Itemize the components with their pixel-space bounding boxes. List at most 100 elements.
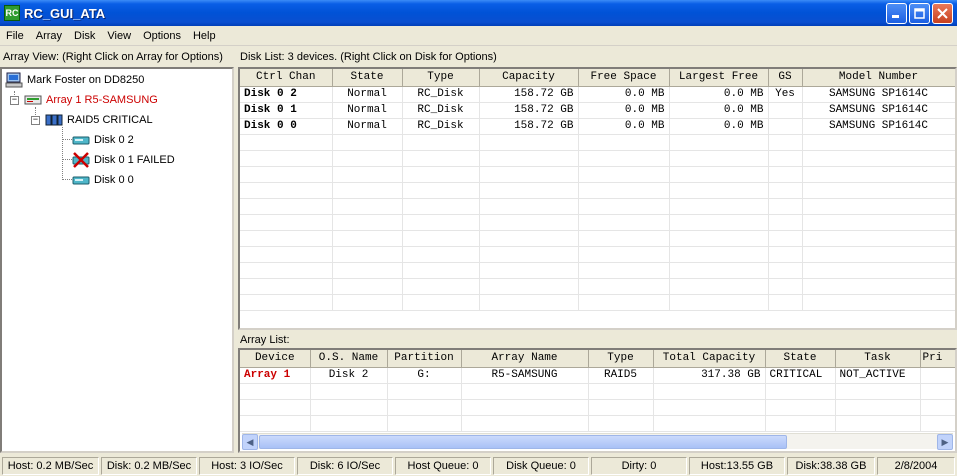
- tree-item-raid[interactable]: RAID5 CRITICAL: [45, 111, 153, 129]
- array-list-header: Array List:: [240, 334, 290, 346]
- minimize-button[interactable]: [886, 3, 907, 24]
- table-cell: 158.72 GB: [479, 118, 579, 135]
- table-row: [240, 246, 955, 263]
- column-header[interactable]: Type: [402, 69, 480, 87]
- array-table-header: Device O.S. Name Partition Array Name Ty…: [240, 350, 955, 368]
- tree-item-disk-0-1[interactable]: Disk 0 1 FAILED: [72, 151, 175, 169]
- table-cell: RAID5: [588, 367, 654, 384]
- host-label: Mark Foster on DD8250: [27, 74, 145, 86]
- disk-icon: [72, 172, 90, 188]
- close-icon: [937, 8, 948, 19]
- column-header[interactable]: Ctrl Chan: [240, 69, 333, 87]
- column-header[interactable]: Task: [835, 350, 921, 368]
- array-list[interactable]: Device O.S. Name Partition Array Name Ty…: [238, 348, 957, 453]
- column-header[interactable]: Total Capacity: [653, 350, 766, 368]
- table-row: [240, 399, 955, 416]
- collapse-icon[interactable]: −: [31, 116, 40, 125]
- status-host-size: Host:13.55 GB: [689, 457, 785, 475]
- maximize-button[interactable]: [909, 3, 930, 24]
- menu-array[interactable]: Array: [30, 26, 68, 46]
- table-cell: SAMSUNG SP1614C: [802, 86, 955, 103]
- table-row: [240, 182, 955, 199]
- column-header[interactable]: Array Name: [461, 350, 589, 368]
- column-header[interactable]: Model Number: [802, 69, 955, 87]
- status-disk-io: Disk: 6 IO/Sec: [297, 457, 393, 475]
- menu-options[interactable]: Options: [137, 26, 187, 46]
- column-header[interactable]: O.S. Name: [310, 350, 388, 368]
- column-header[interactable]: Largest Free: [669, 69, 769, 87]
- disk-list-header: Disk List: 3 devices. (Right Click on Di…: [240, 51, 497, 63]
- array-tree[interactable]: Mark Foster on DD8250 − Array 1 R5-SAMSU…: [0, 67, 234, 453]
- table-row: [240, 166, 955, 183]
- table-cell: 0.0 MB: [578, 118, 670, 135]
- table-cell: G:: [387, 367, 462, 384]
- table-cell: [768, 102, 803, 119]
- column-header[interactable]: Pri: [920, 350, 955, 368]
- close-button[interactable]: [932, 3, 953, 24]
- table-cell: RC_Disk: [402, 118, 480, 135]
- menu-disk[interactable]: Disk: [68, 26, 101, 46]
- disk-table: Ctrl Chan State Type Capacity Free Space…: [240, 69, 955, 311]
- table-row: [240, 134, 955, 151]
- table-row[interactable]: Disk 0 2 Normal RC_Disk 158.72 GB 0.0 MB…: [240, 86, 955, 103]
- column-header[interactable]: Capacity: [479, 69, 579, 87]
- menu-view[interactable]: View: [101, 26, 137, 46]
- table-cell: SAMSUNG SP1614C: [802, 102, 955, 119]
- tree-item-array[interactable]: Array 1 R5-SAMSUNG: [24, 91, 158, 109]
- array-drive-icon: [24, 92, 42, 108]
- tree-connector: [62, 159, 72, 160]
- table-row: [240, 262, 955, 279]
- minimize-icon: [892, 15, 899, 18]
- column-header[interactable]: State: [765, 350, 836, 368]
- title-bar: RC RC_GUI_ATA: [0, 0, 957, 26]
- menu-help[interactable]: Help: [187, 26, 222, 46]
- table-cell: Disk 0 0: [240, 118, 333, 135]
- table-row[interactable]: Disk 0 1 Normal RC_Disk 158.72 GB 0.0 MB…: [240, 102, 955, 119]
- disk-label: Disk 0 1 FAILED: [94, 154, 175, 166]
- table-cell: 317.38 GB: [653, 367, 766, 384]
- array-table: Device O.S. Name Partition Array Name Ty…: [240, 350, 955, 432]
- table-cell: CRITICAL: [765, 367, 836, 384]
- column-header[interactable]: GS: [768, 69, 803, 87]
- table-row: [240, 415, 955, 432]
- tree-item-disk-0-0[interactable]: Disk 0 0: [72, 171, 134, 189]
- tree-connector: [62, 139, 72, 140]
- column-header[interactable]: Free Space: [578, 69, 670, 87]
- menu-bar: File Array Disk View Options Help: [0, 26, 957, 46]
- column-header[interactable]: Type: [588, 350, 654, 368]
- app-icon: RC: [4, 5, 20, 21]
- disk-icon: [72, 132, 90, 148]
- table-row: [240, 294, 955, 311]
- menu-file[interactable]: File: [0, 26, 30, 46]
- status-host-queue: Host Queue: 0: [395, 457, 491, 475]
- table-row: [240, 150, 955, 167]
- status-disk-size: Disk:38.38 GB: [787, 457, 875, 475]
- table-cell: 0.0 MB: [669, 86, 769, 103]
- horizontal-scrollbar[interactable]: ◀ ▶: [242, 433, 953, 450]
- column-header[interactable]: Device: [240, 350, 311, 368]
- table-row: [240, 383, 955, 400]
- status-bar: Host: 0.2 MB/Sec Disk: 0.2 MB/Sec Host: …: [0, 456, 957, 476]
- table-cell: RC_Disk: [402, 102, 480, 119]
- table-row: [240, 214, 955, 231]
- table-cell: 0.0 MB: [669, 118, 769, 135]
- table-cell: Normal: [332, 86, 403, 103]
- tree-item-host[interactable]: Mark Foster on DD8250: [5, 71, 144, 89]
- raid-label: RAID5 CRITICAL: [67, 114, 153, 126]
- disk-list[interactable]: Ctrl Chan State Type Capacity Free Space…: [238, 67, 957, 330]
- table-cell: 0.0 MB: [578, 102, 670, 119]
- tree-item-disk-0-2[interactable]: Disk 0 2: [72, 131, 134, 149]
- table-cell: 0.0 MB: [578, 86, 670, 103]
- table-cell: Disk 2: [310, 367, 388, 384]
- scroll-thumb[interactable]: [259, 435, 787, 449]
- column-header[interactable]: State: [332, 69, 403, 87]
- table-row[interactable]: Disk 0 0 Normal RC_Disk 158.72 GB 0.0 MB…: [240, 118, 955, 135]
- scroll-left-button[interactable]: ◀: [242, 434, 258, 450]
- column-header[interactable]: Partition: [387, 350, 462, 368]
- status-disk-queue: Disk Queue: 0: [493, 457, 589, 475]
- collapse-icon[interactable]: −: [10, 96, 19, 105]
- table-row[interactable]: Array 1 Disk 2 G: R5-SAMSUNG RAID5 317.3…: [240, 367, 955, 384]
- tree-connector: [62, 179, 72, 180]
- array-view-header: Array View: (Right Click on Array for Op…: [3, 51, 223, 63]
- scroll-right-button[interactable]: ▶: [937, 434, 953, 450]
